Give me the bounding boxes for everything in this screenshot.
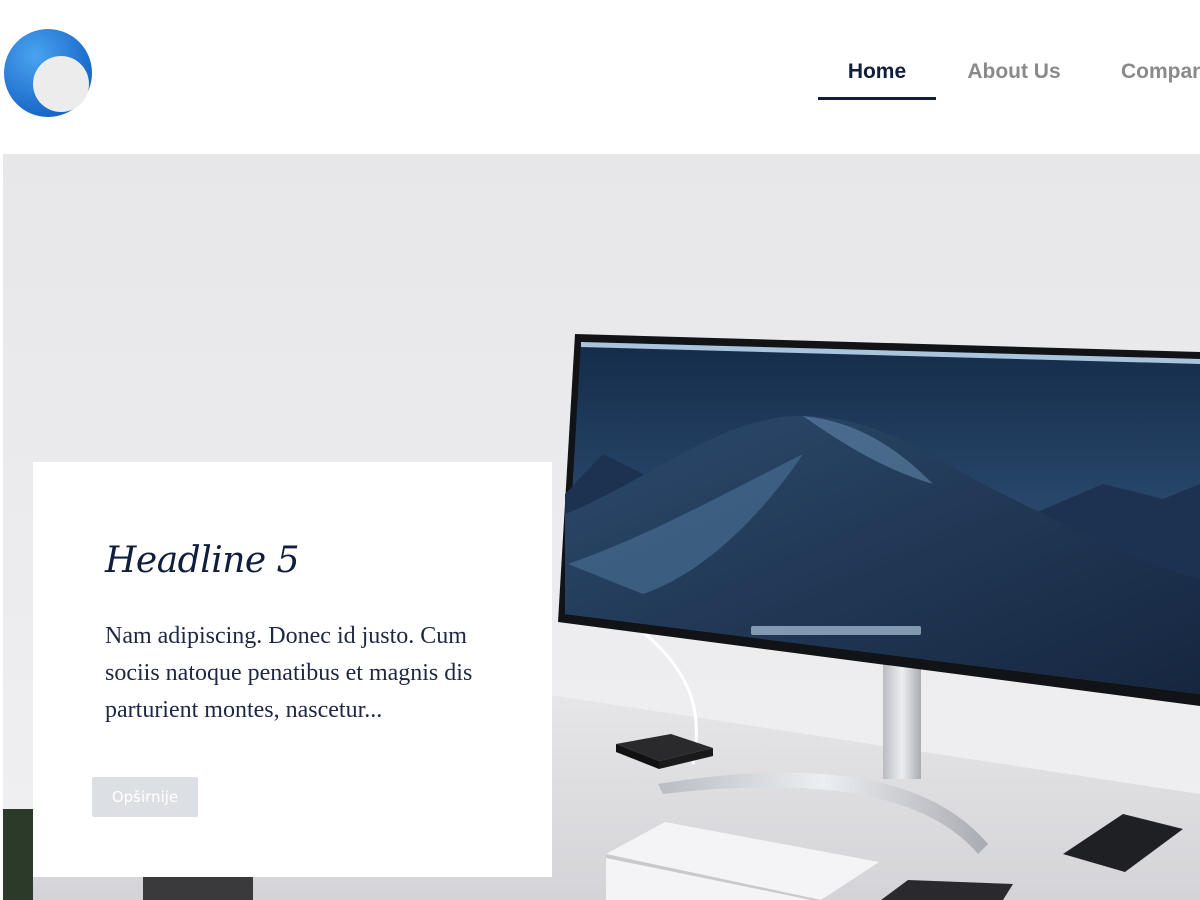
hero-section: Headline 5 Nam adipiscing. Donec id just… [3,154,1200,900]
nav-item-company[interactable]: Company [1121,58,1200,100]
site-logo[interactable] [3,28,103,120]
card-headline: Headline 5 [105,540,300,581]
hero-card: Headline 5 Nam adipiscing. Donec id just… [33,462,552,877]
site-header: Home About Us Company [0,0,1200,154]
read-more-button[interactable]: Opširnije [92,777,198,817]
nav-item-about-us[interactable]: About Us [950,58,1078,100]
circle-logo-icon [4,29,92,117]
nav-item-home[interactable]: Home [818,58,936,100]
main-nav: Home About Us Company [818,0,1200,154]
card-body-text: Nam adipiscing. Donec id justo. Cum soci… [105,623,473,723]
